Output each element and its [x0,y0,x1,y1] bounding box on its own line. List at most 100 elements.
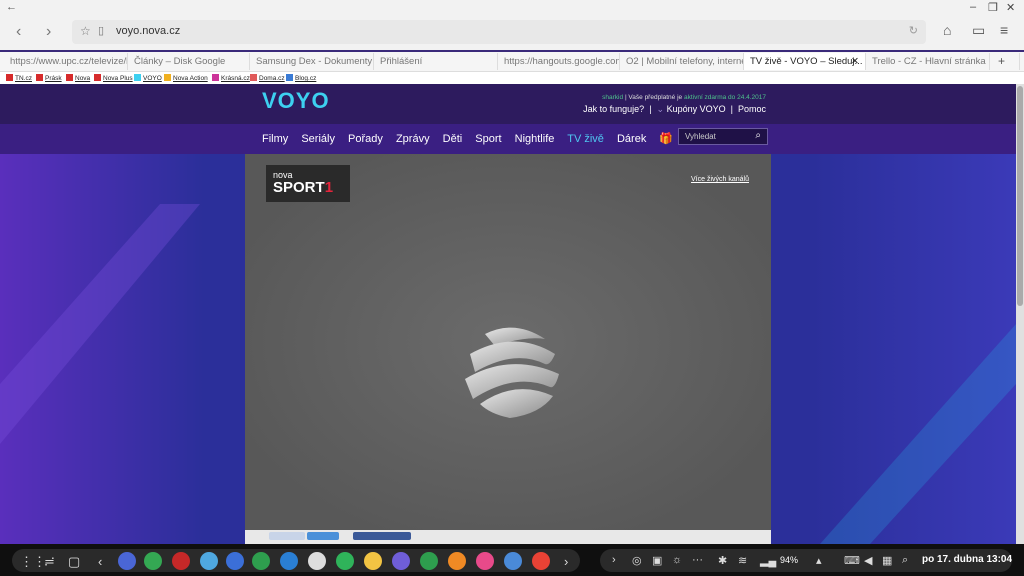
search-box[interactable]: Vyhledat ⌕ [678,128,768,145]
bookmark-item[interactable]: TN.cz [6,74,32,82]
nav-deti[interactable]: Děti [443,133,463,145]
dock-left-arrow-icon[interactable]: ‹ [98,554,102,569]
bookmark-item[interactable]: VOYO [134,74,162,82]
scrollbar-thumb[interactable] [1017,86,1023,306]
screenshot-icon[interactable]: ▦ [882,554,892,567]
nav-serialy[interactable]: Seriály [301,133,335,145]
vlc-app-icon[interactable] [448,552,466,570]
browser-app-icon[interactable] [392,552,410,570]
restore-icon[interactable]: ❐ [988,1,998,14]
gallery-app-icon[interactable] [476,552,494,570]
promo-text: | Vaše předplatné je [624,94,683,101]
more-notifications-icon[interactable]: ··· [692,554,703,566]
signal-icon[interactable]: ▂▄ [760,554,776,567]
volume-icon[interactable]: ◀ [864,554,872,567]
hangouts-app-icon[interactable] [252,552,270,570]
battery-percent[interactable]: 94% [780,555,798,565]
tab-active[interactable]: TV živě - VOYO – Sleduj... ✕ [744,53,866,70]
nav-sport[interactable]: Sport [475,133,501,145]
tab[interactable]: https://hangouts.google.com... [498,53,620,70]
weather-notif-icon[interactable]: ☼ [672,554,682,566]
system-tray: › ◎ ▣ ☼ ··· ✱ ≋ ▂▄ 94% ▴ ⌨ ◀ ▦ ⌕ po 17. … [600,549,1012,572]
dock-right-arrow-icon[interactable]: › [564,554,568,569]
whatsapp-icon[interactable]: ◎ [632,554,642,567]
more-live-channels-link[interactable]: Více živých kanálů [691,176,749,183]
gallery-notif-icon[interactable]: ▣ [652,554,662,567]
address-bar[interactable]: ☆ ▯ voyo.nova.cz ↻ [72,20,926,44]
calendar-app-icon[interactable] [226,552,244,570]
main-navigation: Filmy Seriály Pořady Zprávy Děti Sport N… [0,124,1016,154]
video-player[interactable]: nova SPORT1 Více živých kanálů [245,154,771,530]
coupons-link[interactable]: Kupóny VOYO [667,104,726,114]
back-button[interactable]: ‹ [16,23,21,41]
phone-app-icon[interactable] [336,552,354,570]
tab[interactable]: Články – Disk Google [128,53,250,70]
minimize-icon[interactable]: – [970,1,976,13]
bookmark-item[interactable]: Krásná.cz [212,74,250,82]
help-link[interactable]: Pomoc [738,104,766,114]
nav-nightlife[interactable]: Nightlife [515,133,555,145]
bookmark-item[interactable]: Doma.cz [250,74,285,82]
grid-app-icon[interactable] [280,552,298,570]
bluetooth-icon[interactable]: ✱ [718,554,727,567]
home-icon[interactable]: ⌂ [943,22,951,38]
settings-app-icon[interactable] [118,552,136,570]
recent-apps-icon[interactable]: ≓ [44,554,55,570]
tray-expand-icon[interactable]: › [612,554,616,566]
bookmark-item[interactable]: Blog.cz [286,74,316,82]
nav-zpravy[interactable]: Zprávy [396,133,430,145]
search-tray-icon[interactable]: ⌕ [902,554,908,567]
promo-user[interactable]: sharkid [602,94,623,101]
clock-app-icon[interactable] [308,552,326,570]
weather-app-icon[interactable] [200,552,218,570]
nav-darek[interactable]: Dárek [617,133,646,145]
how-it-works-link[interactable]: Jak to funguje? [583,104,644,114]
new-tab-button[interactable]: + [992,53,1020,70]
keyboard-icon[interactable]: ⌨ [844,554,860,567]
reload-icon[interactable]: ↻ [909,24,918,37]
scrollbar[interactable] [1016,84,1024,544]
close-window-icon[interactable]: ✕ [1006,1,1015,14]
voyo-logo[interactable]: VOYO [262,88,330,114]
wifi-icon[interactable]: ≋ [738,554,747,567]
bookmark-item[interactable]: Prásk [36,74,62,82]
nav-porady[interactable]: Pořady [348,133,383,145]
back-arrow-icon[interactable]: ← [6,1,17,13]
tab[interactable]: https://www.upc.cz/televize/h... [4,53,128,70]
search-icon[interactable]: ⌕ [755,130,761,141]
up-arrow-icon[interactable]: ▴ [816,554,822,567]
tab[interactable]: Trello - CZ - Hlavní stránka [866,53,990,70]
chrome-app-icon[interactable] [532,552,550,570]
voyo-page: VOYO sharkid | Vaše předplatné je aktivn… [0,84,1016,544]
maps-app-icon[interactable] [144,552,162,570]
clock[interactable]: po 17. dubna 13:04 [922,554,1012,565]
url-text: voyo.nova.cz [116,25,181,37]
address-bar-row: ‹ › ☆ ▯ voyo.nova.cz ↻ ⌂ ▭ ≡ [0,16,1024,50]
nav-tv-zive[interactable]: TV živě [567,133,604,145]
files-app-icon[interactable] [364,552,382,570]
tab[interactable]: Přihlášení [374,53,498,70]
close-tab-icon[interactable]: ✕ [851,53,859,70]
bookmark-item[interactable]: Nova [66,74,90,82]
site-top-header: VOYO sharkid | Vaše předplatné je aktivn… [0,84,1016,124]
facebook-button[interactable] [353,532,411,540]
tab[interactable]: Samsung Dex - Dokumenty G... [250,53,374,70]
app-icon[interactable] [172,552,190,570]
nav-filmy[interactable]: Filmy [262,133,288,145]
header-links: Jak to funguje? | ⌄ Kupóny VOYO | Pomoc [583,104,766,114]
share-button[interactable] [269,532,305,540]
messages-app-icon[interactable] [420,552,438,570]
home-square-icon[interactable]: ▢ [68,554,80,570]
dex-taskbar: ⋮⋮ ≓ ▢ ‹ › › ◎ ▣ ☼ ··· ✱ ≋ ▂▄ 94% ▴ ⌨ ◀ … [0,544,1024,576]
star-icon[interactable]: ☆ [80,24,91,38]
reading-mode-icon[interactable]: ▭ [972,22,985,39]
apps-grid-icon[interactable]: ⋮⋮ [20,554,46,570]
bookmark-item[interactable]: Nova Plus [94,74,133,82]
tweet-button[interactable] [307,532,339,540]
store-app-icon[interactable] [504,552,522,570]
forward-button[interactable]: › [46,23,51,41]
bookmark-item[interactable]: Nova Action [164,74,208,82]
menu-icon[interactable]: ≡ [1000,22,1008,38]
tab[interactable]: O2 | Mobilní telefony, internet,... [620,53,744,70]
channel-name: SPORT1 [273,179,334,196]
